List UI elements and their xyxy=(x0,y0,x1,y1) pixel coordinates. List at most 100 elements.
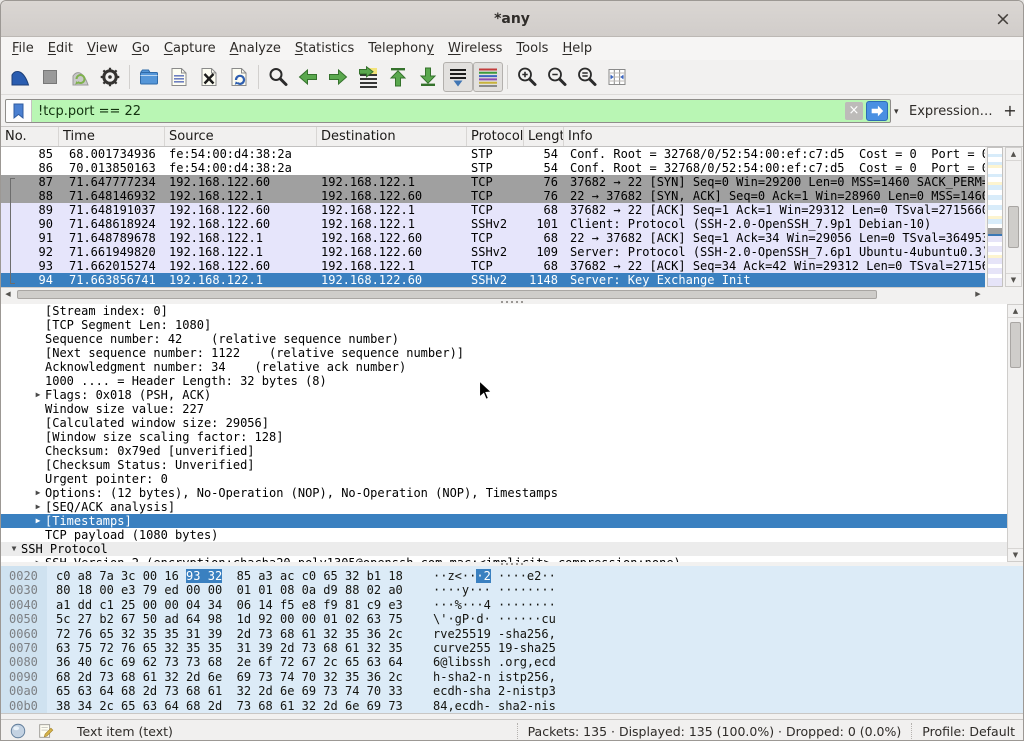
colorize-button[interactable] xyxy=(473,62,503,92)
packet-row-94[interactable]: 9471.663856741192.168.122.1192.168.122.6… xyxy=(1,273,985,287)
detail-row[interactable]: 1000 .... = Header Length: 32 bytes (8) xyxy=(1,374,1024,388)
menu-wireless[interactable]: Wireless xyxy=(441,39,509,58)
collapse-arrow-icon[interactable]: ▼ xyxy=(7,542,21,556)
capture-restart-button[interactable] xyxy=(65,62,95,92)
hex-bytes[interactable]: 36 40 6c 69 62 73 73 68 2e 6f 72 67 2c 6… xyxy=(56,655,403,669)
hex-bytes[interactable]: a1 dd c1 25 00 00 04 34 06 14 f5 e8 f9 8… xyxy=(56,598,403,612)
detail-row[interactable]: ▶Flags: 0x018 (PSH, ACK) xyxy=(1,388,1024,402)
hex-ascii[interactable]: \'·gP·d· ······cu xyxy=(433,612,556,626)
expression-button[interactable]: Expression… xyxy=(909,104,993,119)
scroll-thumb[interactable] xyxy=(17,290,877,299)
column-header-no[interactable]: No. xyxy=(1,127,59,146)
detail-row[interactable]: ▼SSH Protocol xyxy=(1,542,1024,556)
menu-analyze[interactable]: Analyze xyxy=(223,39,288,58)
expert-info-icon[interactable] xyxy=(9,722,27,740)
expand-arrow-icon[interactable]: ▶ xyxy=(31,514,45,528)
hex-ascii[interactable]: h-sha2-n istp256, xyxy=(433,670,556,684)
hex-ascii[interactable]: ···%···4 ········ xyxy=(433,598,556,612)
column-header-length[interactable]: Length xyxy=(524,127,564,146)
file-open-button[interactable] xyxy=(134,62,164,92)
packet-row-85[interactable]: 8568.001734936fe:54:00:d4:38:2aSTP54Conf… xyxy=(1,147,985,161)
detail-row[interactable]: [Window size scaling factor: 128] xyxy=(1,430,1024,444)
packet-list-vscrollbar[interactable]: ▲ ▼ xyxy=(1005,147,1022,287)
hex-row[interactable]: 009068 2d 73 68 61 32 2d 6e 69 73 74 70 … xyxy=(1,670,1024,684)
detail-row[interactable]: Acknowledgment number: 34 (relative ack … xyxy=(1,360,1024,374)
hex-ascii[interactable]: rve25519 -sha256, xyxy=(433,627,556,641)
packet-row-92[interactable]: 9271.661949820192.168.122.1192.168.122.6… xyxy=(1,245,985,259)
expand-arrow-icon[interactable]: ▶ xyxy=(31,500,45,514)
reload-button[interactable] xyxy=(224,62,254,92)
packet-row-88[interactable]: 8871.648146932192.168.122.1192.168.122.6… xyxy=(1,189,985,203)
detail-row[interactable]: [Next sequence number: 1122 (relative se… xyxy=(1,346,1024,360)
go-first-button[interactable] xyxy=(383,62,413,92)
packet-row-87[interactable]: 8771.647777234192.168.122.60192.168.122.… xyxy=(1,175,985,189)
detail-row[interactable]: ▶Options: (12 bytes), No-Operation (NOP)… xyxy=(1,486,1024,500)
scroll-thumb[interactable] xyxy=(1010,322,1021,368)
detail-row[interactable]: ▶[Timestamps] xyxy=(1,514,1024,528)
menu-statistics[interactable]: Statistics xyxy=(288,39,361,58)
expand-arrow-icon[interactable]: ▶ xyxy=(31,388,45,402)
detail-row[interactable]: [Checksum Status: Unverified] xyxy=(1,458,1024,472)
clear-filter-icon[interactable]: × xyxy=(845,102,863,120)
scroll-up-icon[interactable]: ▲ xyxy=(1008,305,1023,318)
menu-capture[interactable]: Capture xyxy=(157,39,223,58)
hex-ascii[interactable]: ····y··· ········ xyxy=(433,583,556,597)
hex-bytes[interactable]: 5c 27 b2 67 50 ad 64 98 1d 92 00 00 01 0… xyxy=(56,612,403,626)
details-vscrollbar[interactable]: ▲ ▼ xyxy=(1007,304,1024,562)
packet-row-91[interactable]: 9171.648789678192.168.122.1192.168.122.6… xyxy=(1,231,985,245)
hex-row[interactable]: 007063 75 72 76 65 32 35 35 31 39 2d 73 … xyxy=(1,641,1024,655)
hex-row[interactable]: 0020c0 a8 7a 3c 00 16 93 32 85 a3 ac c0 … xyxy=(1,569,1024,583)
hex-bytes[interactable]: 80 18 00 e3 79 ed 00 00 01 01 08 0a d9 8… xyxy=(56,583,403,597)
find-packet-button[interactable] xyxy=(263,62,293,92)
hex-row[interactable]: 006072 76 65 32 35 35 31 39 2d 73 68 61 … xyxy=(1,627,1024,641)
capture-options-button[interactable] xyxy=(95,62,125,92)
scroll-right-icon[interactable]: ▶ xyxy=(971,288,985,300)
close-window-icon[interactable]: × xyxy=(991,7,1015,31)
menu-telephony[interactable]: Telephony xyxy=(361,39,441,58)
packet-minimap[interactable] xyxy=(987,147,1003,287)
go-last-button[interactable] xyxy=(413,62,443,92)
menu-go[interactable]: Go xyxy=(125,39,157,58)
scroll-left-icon[interactable]: ◀ xyxy=(1,288,15,300)
detail-row[interactable]: TCP payload (1080 bytes) xyxy=(1,528,1024,542)
detail-row[interactable]: ▶[SEQ/ACK analysis] xyxy=(1,500,1024,514)
scroll-thumb[interactable] xyxy=(1008,206,1019,248)
expand-arrow-icon[interactable]: ▶ xyxy=(31,486,45,500)
zoom-original-button[interactable] xyxy=(572,62,602,92)
hex-row[interactable]: 0040a1 dd c1 25 00 00 04 34 06 14 f5 e8 … xyxy=(1,598,1024,612)
scroll-down-icon[interactable]: ▼ xyxy=(1008,548,1023,561)
detail-row[interactable]: Checksum: 0x79ed [unverified] xyxy=(1,444,1024,458)
detail-row[interactable]: Window size value: 227 xyxy=(1,402,1024,416)
go-forward-button[interactable] xyxy=(323,62,353,92)
hex-bytes[interactable]: c0 a8 7a 3c 00 16 93 32 85 a3 ac c0 65 3… xyxy=(56,569,403,583)
column-header-destination[interactable]: Destination xyxy=(317,127,467,146)
filter-bookmark-icon[interactable] xyxy=(6,100,32,122)
scroll-up-icon[interactable]: ▲ xyxy=(1006,148,1021,161)
hex-ascii[interactable]: ··z<···2 ····e2·· xyxy=(433,569,556,583)
zoom-out-button[interactable] xyxy=(542,62,572,92)
hex-bytes[interactable]: 38 34 2c 65 63 64 68 2d 73 68 61 32 2d 6… xyxy=(56,699,403,713)
add-filter-button[interactable]: + xyxy=(1001,101,1019,120)
scroll-down-icon[interactable]: ▼ xyxy=(1006,273,1021,286)
hex-bytes[interactable]: 63 75 72 76 65 32 35 35 31 39 2d 73 68 6… xyxy=(56,641,403,655)
hex-row[interactable]: 00b038 34 2c 65 63 64 68 2d 73 68 61 32 … xyxy=(1,699,1024,713)
go-to-packet-button[interactable] xyxy=(353,62,383,92)
column-header-source[interactable]: Source xyxy=(165,127,317,146)
menu-tools[interactable]: Tools xyxy=(509,39,555,58)
menu-view[interactable]: View xyxy=(80,39,125,58)
detail-row[interactable]: Sequence number: 42 (relative sequence n… xyxy=(1,332,1024,346)
detail-row[interactable]: [TCP Segment Len: 1080] xyxy=(1,318,1024,332)
hex-row[interactable]: 00a065 63 64 68 2d 73 68 61 32 2d 6e 69 … xyxy=(1,684,1024,698)
file-save-button[interactable] xyxy=(164,62,194,92)
packet-row-89[interactable]: 8971.648191037192.168.122.60192.168.122.… xyxy=(1,203,985,217)
resize-columns-button[interactable] xyxy=(602,62,632,92)
column-header-protocol[interactable]: Protocol xyxy=(467,127,524,146)
capture-comment-icon[interactable] xyxy=(37,722,55,740)
hex-bytes[interactable]: 68 2d 73 68 61 32 2d 6e 69 73 74 70 32 3… xyxy=(56,670,403,684)
menu-help[interactable]: Help xyxy=(555,39,599,58)
filter-history-caret-icon[interactable]: ▾ xyxy=(894,107,899,117)
hex-ascii[interactable]: 6@libssh .org,ecd xyxy=(433,655,556,669)
packet-row-90[interactable]: 9071.648618924192.168.122.60192.168.122.… xyxy=(1,217,985,231)
display-filter-input[interactable]: !tcp.port == 22 xyxy=(32,104,845,119)
hex-row[interactable]: 00505c 27 b2 67 50 ad 64 98 1d 92 00 00 … xyxy=(1,612,1024,626)
